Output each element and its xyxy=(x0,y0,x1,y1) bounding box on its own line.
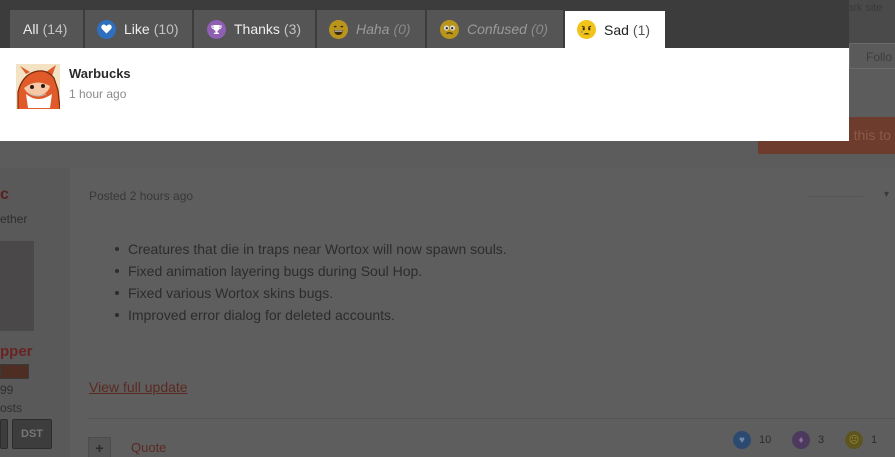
author-subtitle-fragment: ether xyxy=(0,212,28,226)
tab-all-count: (14) xyxy=(42,21,68,37)
sad-reaction-count: 1 xyxy=(871,434,878,446)
tab-all[interactable]: All (14) xyxy=(10,10,84,48)
author-badge xyxy=(0,419,8,449)
quote-link[interactable]: Quote xyxy=(131,440,166,455)
reactions-dialog: All (14) Like (10) Thanks (3) Haha (0) C… xyxy=(0,0,849,141)
confused-face-icon xyxy=(440,19,459,39)
tab-like-label: Like xyxy=(124,21,150,37)
dst-badge: DST xyxy=(12,419,52,449)
reactor-avatar[interactable] xyxy=(16,64,60,109)
patch-notes-list: Creatures that die in traps near Wortox … xyxy=(112,240,507,328)
thanks-reaction-summary[interactable]: ♦ 3 xyxy=(792,430,824,450)
list-item: Improved error dialog for deleted accoun… xyxy=(112,306,507,328)
like-reaction-count: 10 xyxy=(759,434,772,446)
tab-confused-count: (0) xyxy=(530,21,549,37)
list-item: Fixed animation layering bugs during Sou… xyxy=(112,262,507,284)
tab-all-label: All xyxy=(23,21,39,37)
reaction-timestamp: 1 hour ago xyxy=(69,87,127,101)
author-username[interactable]: pper xyxy=(0,343,33,360)
author-post-count: 99 xyxy=(0,383,14,397)
reactions-list xyxy=(0,48,849,141)
author-rank-bar xyxy=(0,364,29,379)
sad-face-icon xyxy=(577,20,596,39)
tab-like-count: (10) xyxy=(153,21,179,37)
post-header-divider xyxy=(808,196,863,197)
tab-haha-label: Haha xyxy=(356,21,390,37)
tab-sad[interactable]: Sad (1) xyxy=(565,11,666,48)
follow-button[interactable]: Follo xyxy=(849,43,895,69)
tab-like[interactable]: Like (10) xyxy=(85,10,193,48)
heart-icon xyxy=(97,19,116,39)
view-full-update-link[interactable]: View full update xyxy=(89,379,188,395)
chevron-down-icon[interactable]: ▾ xyxy=(884,189,889,200)
list-item: Creatures that die in traps near Wortox … xyxy=(112,240,507,262)
sad-reaction-summary[interactable]: ☹ 1 xyxy=(845,430,877,450)
laughing-face-icon xyxy=(329,19,348,39)
trophy-icon: ♦ xyxy=(792,431,810,449)
tab-thanks-label: Thanks xyxy=(234,21,280,37)
list-item: Fixed various Wortox skins bugs. xyxy=(112,284,507,306)
tab-haha[interactable]: Haha (0) xyxy=(317,10,426,48)
tab-confused[interactable]: Confused (0) xyxy=(427,10,564,48)
author-title-fragment: c xyxy=(0,186,9,203)
multiquote-plus-button[interactable]: + xyxy=(88,437,111,457)
author-avatar[interactable] xyxy=(0,241,34,331)
post-footer-divider xyxy=(88,418,895,419)
tab-haha-count: (0) xyxy=(393,21,411,37)
like-reaction-summary[interactable]: ♥ 10 xyxy=(733,430,771,450)
tab-thanks[interactable]: Thanks (3) xyxy=(194,10,316,48)
heart-icon: ♥ xyxy=(733,431,751,449)
author-posts-label: osts xyxy=(0,401,23,415)
sad-face-icon: ☹ xyxy=(845,431,863,449)
posted-timestamp: Posted 2 hours ago xyxy=(89,189,194,203)
thanks-reaction-count: 3 xyxy=(818,434,825,446)
trophy-icon xyxy=(207,19,226,39)
tab-thanks-count: (3) xyxy=(283,21,302,37)
tab-sad-label: Sad xyxy=(604,21,629,38)
tab-sad-count: (1) xyxy=(632,21,651,38)
tab-confused-label: Confused xyxy=(467,21,527,37)
top-right-text: ark site xyxy=(847,2,883,14)
reactor-name[interactable]: Warbucks xyxy=(69,66,131,81)
